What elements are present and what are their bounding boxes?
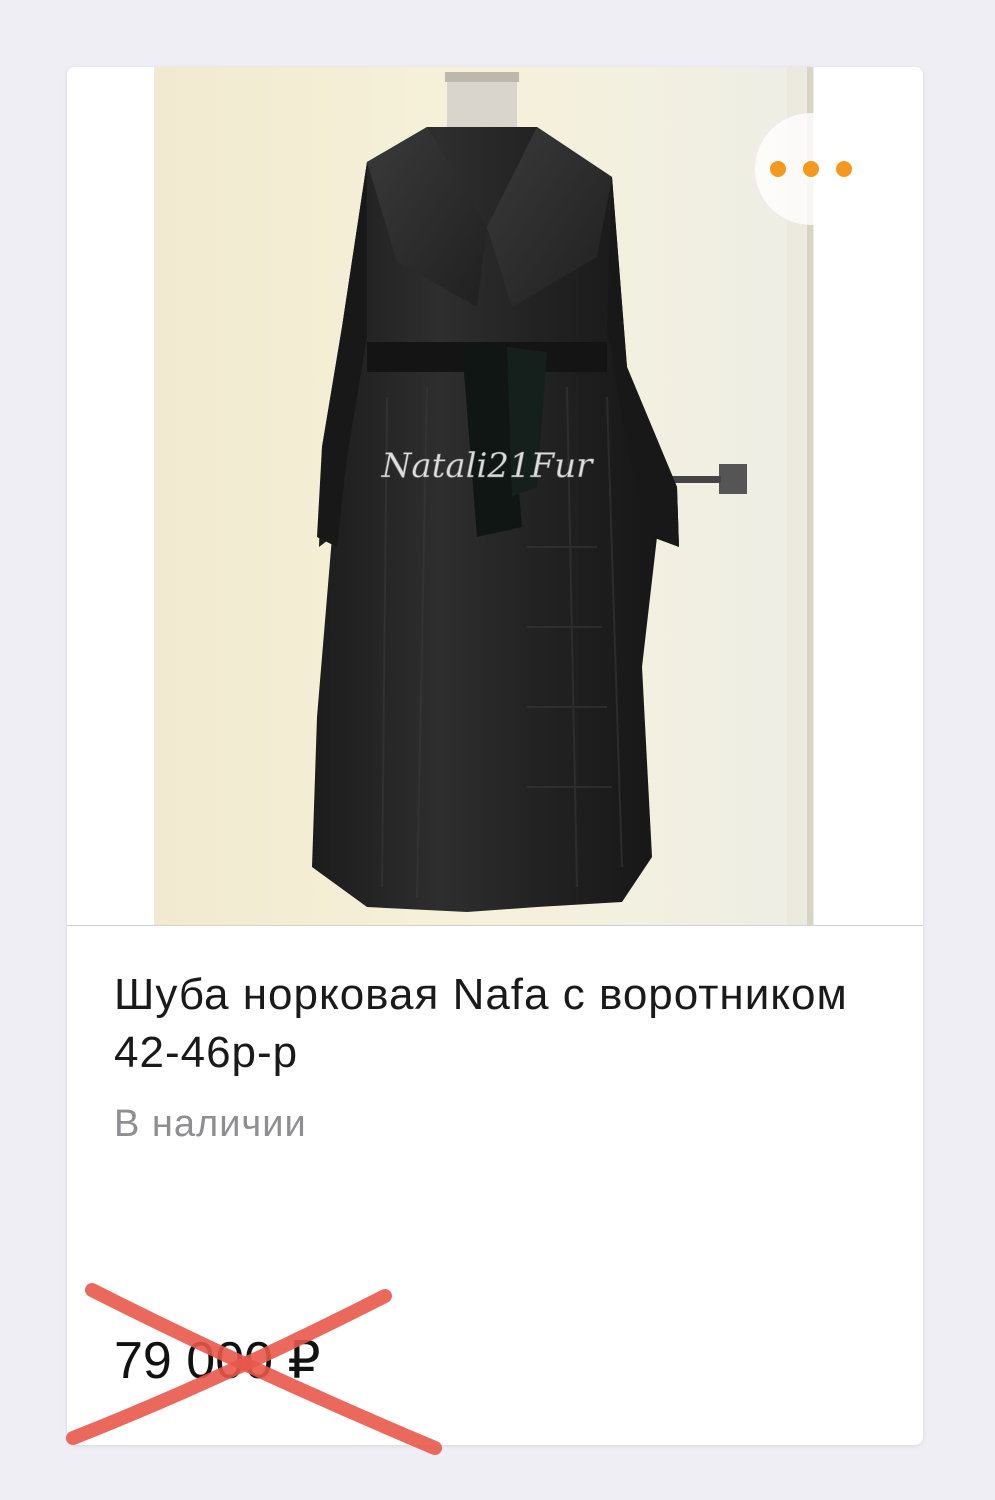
product-title[interactable]: Шуба норковая Nafa с воротником 42-46р-р — [114, 966, 874, 1082]
product-card[interactable]: Natali21Fur Шуба норковая Nafa с воротни… — [67, 67, 923, 1445]
availability-status: В наличии — [114, 1103, 307, 1145]
more-options-button[interactable] — [755, 113, 867, 225]
more-dots-icon — [836, 161, 852, 177]
product-price: 79 000 ₽ — [114, 1332, 321, 1390]
watermark-text: Natali21Fur — [381, 446, 594, 486]
divider — [67, 925, 923, 926]
more-dots-icon — [803, 161, 819, 177]
more-dots-icon — [770, 161, 786, 177]
